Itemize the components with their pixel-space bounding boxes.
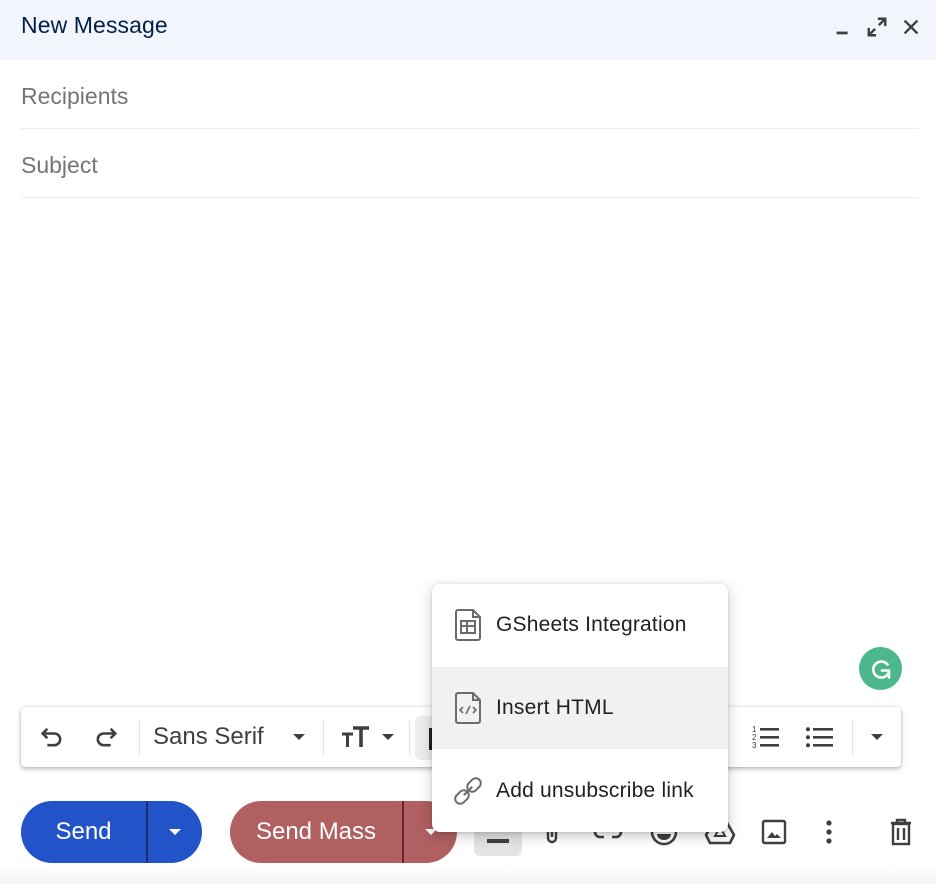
insert-options-menu: GSheets Integration Insert HTML Add unsu… [432,584,728,832]
expand-icon [867,17,887,37]
redo-button[interactable] [85,707,127,767]
toolbar-separator [323,721,324,755]
numbered-list-button[interactable]: 1 2 3 [743,707,789,767]
font-family-label: Sans Serif [153,723,264,750]
chevron-down-icon [871,734,883,740]
send-options-button[interactable] [148,801,202,863]
send-button-group: Send [21,801,202,863]
font-size-button[interactable] [331,707,405,767]
menu-item-gsheets-integration[interactable]: GSheets Integration [432,584,728,666]
menu-item-label: Insert HTML [496,696,614,719]
menu-item-label: GSheets Integration [496,613,687,636]
recipients-field [21,60,918,129]
more-options-button[interactable] [809,810,849,854]
menu-item-add-unsubscribe-link[interactable]: Add unsubscribe link [432,750,728,832]
close-button[interactable] [898,14,924,40]
delete-icon [891,818,911,846]
compose-title: New Message [21,12,168,38]
compose-bottom-edge [0,864,936,884]
chevron-down-icon [169,829,181,835]
send-mass-button-group: Send Mass [230,801,457,863]
send-mass-button[interactable]: Send Mass [230,801,402,863]
discard-draft-button[interactable] [881,810,921,854]
code-file-icon [455,692,481,724]
more-options-icon [826,820,832,844]
svg-text:3: 3 [752,741,757,750]
subject-field [21,129,918,198]
minimize-button[interactable] [830,14,856,40]
redo-icon [96,727,118,747]
toolbar-separator [852,721,853,755]
menu-item-label: Add unsubscribe link [496,779,694,802]
numbered-list-icon: 1 2 3 [752,725,779,750]
toolbar-separator [139,721,140,755]
minimize-icon [836,31,848,35]
font-family-select[interactable]: Sans Serif [147,707,317,767]
bulleted-list-button[interactable] [797,707,843,767]
menu-item-insert-html[interactable]: Insert HTML [432,667,728,749]
more-formatting-button[interactable] [859,707,895,767]
grammarly-icon [871,659,890,679]
toolbar-separator [409,721,410,755]
chevron-down-icon [293,734,305,740]
link-icon [454,777,482,805]
insert-photo-button[interactable] [754,810,794,854]
photo-icon [761,819,787,845]
undo-button[interactable] [31,707,73,767]
bulleted-list-icon [806,727,833,748]
recipients-input[interactable] [21,60,918,128]
grammarly-button[interactable] [859,647,902,690]
compose-header: New Message [0,0,936,60]
subject-input[interactable] [21,129,918,197]
fullscreen-button[interactable] [864,14,890,40]
text-size-icon [342,726,369,747]
chevron-down-icon [382,734,394,740]
undo-icon [40,727,62,747]
close-icon [903,19,919,35]
spreadsheet-file-icon [455,609,481,641]
send-button[interactable]: Send [21,801,146,863]
